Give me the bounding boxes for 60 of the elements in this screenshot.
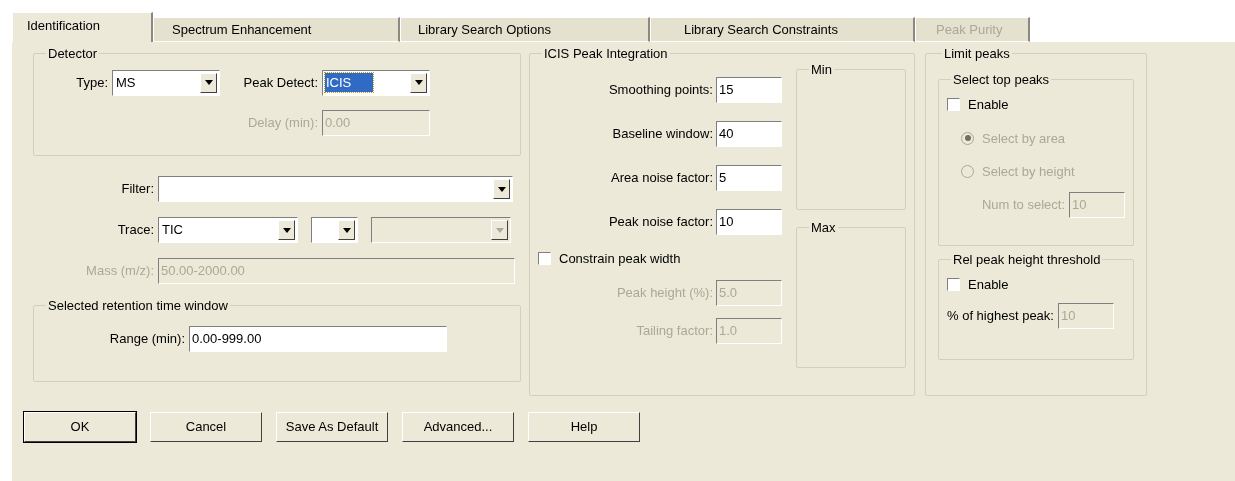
- group-title: ICIS Peak Integration: [543, 45, 669, 63]
- field-label: Num to select:: [980, 195, 1066, 214]
- checkbox-label: Constrain peak width: [559, 249, 681, 268]
- dropdown[interactable]: TIC: [158, 217, 298, 243]
- dropdown[interactable]: [311, 217, 358, 243]
- checkbox-label: Enable: [968, 276, 1009, 294]
- input-field[interactable]: 5: [716, 164, 782, 191]
- caret-icon: [204, 80, 213, 85]
- field-label: Range (min):: [108, 329, 186, 348]
- field-label: Peak height (%):: [615, 284, 714, 303]
- field-label: Tailing factor:: [635, 322, 714, 341]
- tab[interactable]: Identification: [12, 12, 153, 42]
- field-label: Delay (min):: [246, 113, 319, 132]
- field-label: Peak Detect:: [242, 73, 319, 92]
- dropdown-arrow-button[interactable]: [200, 72, 217, 93]
- tab[interactable]: Spectrum Enhancement: [153, 17, 400, 42]
- caret-icon: [414, 80, 423, 85]
- checkbox-label: Enable: [968, 96, 1009, 114]
- group-title: Select top peaks: [952, 70, 1051, 89]
- input-field[interactable]: 15: [716, 76, 782, 103]
- radio-label: Select by area: [982, 129, 1066, 148]
- dropdown-arrow-button[interactable]: [493, 179, 510, 199]
- caret-icon: [495, 227, 504, 233]
- group-title: Selected retention time window: [47, 297, 229, 315]
- dialog-button[interactable]: Cancel: [150, 412, 262, 442]
- group-title: Max: [810, 218, 837, 237]
- tab[interactable]: Library Search Constraints: [650, 17, 915, 42]
- checkbox[interactable]: [538, 251, 551, 265]
- field-label: Peak noise factor:: [607, 212, 714, 231]
- dropdown-arrow-button[interactable]: [278, 220, 295, 240]
- field-label: Mass (m/z):: [85, 262, 155, 281]
- group-title: Detector: [47, 45, 99, 63]
- field-label: Area noise factor:: [610, 168, 714, 187]
- radio-label: Select by height: [982, 163, 1075, 181]
- caret-icon: [342, 227, 351, 233]
- field-label: % of highest peak:: [947, 306, 1055, 325]
- field-label: Smoothing points:: [607, 80, 714, 99]
- field-label: Type:: [75, 73, 109, 92]
- field-label: Filter:: [120, 180, 155, 199]
- field-label: Baseline window:: [611, 124, 714, 143]
- dropdown-arrow-button[interactable]: [410, 72, 427, 93]
- dropdown-arrow-button[interactable]: [338, 220, 355, 240]
- checkbox[interactable]: [947, 98, 960, 112]
- tab[interactable]: Library Search Options: [400, 17, 650, 42]
- caret-icon: [497, 186, 506, 192]
- dropdown[interactable]: ICIS: [322, 69, 430, 96]
- dialog-button[interactable]: OK: [24, 412, 136, 442]
- group-title: Rel peak height threshold: [952, 250, 1102, 269]
- group-title: Limit peaks: [943, 45, 1011, 63]
- dialog-button[interactable]: Advanced...: [402, 412, 514, 442]
- field-label: Trace:: [116, 221, 155, 240]
- checkbox[interactable]: [947, 278, 960, 292]
- dialog-button[interactable]: Help: [528, 412, 640, 442]
- input-field[interactable]: 10: [716, 208, 782, 235]
- caret-icon: [282, 227, 291, 233]
- group-title: Min: [810, 60, 833, 79]
- input-field[interactable]: 40: [716, 120, 782, 147]
- input-field[interactable]: 0.00-999.00: [189, 325, 447, 352]
- dialog-button[interactable]: Save As Default: [276, 412, 388, 442]
- dropdown[interactable]: MS: [112, 69, 220, 96]
